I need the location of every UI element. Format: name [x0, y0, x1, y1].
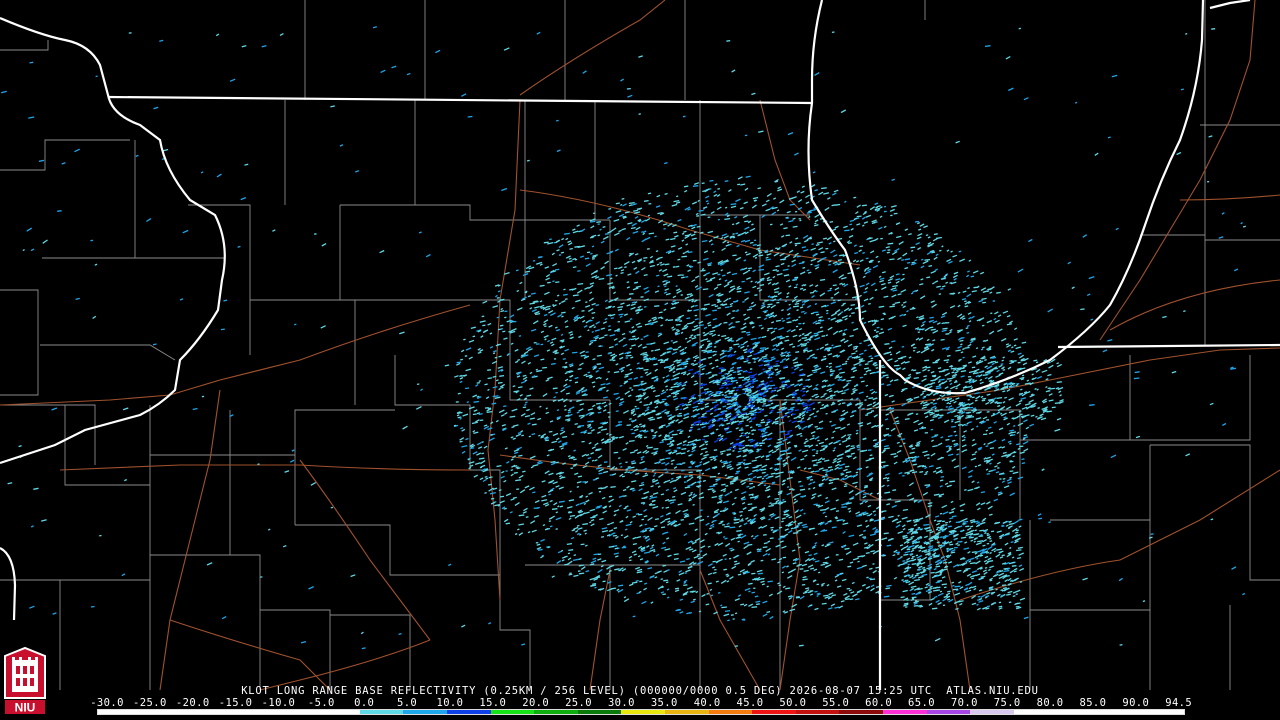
scale-segment — [446, 710, 491, 714]
scale-label: 5.0 — [396, 697, 418, 709]
scale-segment — [621, 710, 665, 714]
scale-segment — [664, 710, 709, 714]
scale-label: 0.0 — [354, 697, 375, 709]
scale-segment — [1013, 710, 1184, 714]
radar-map — [0, 0, 1280, 720]
scale-label: 90.0 — [1122, 697, 1150, 709]
color-scale-bar — [97, 709, 1185, 715]
scale-label: -5.0 — [307, 697, 335, 709]
scale-segment — [752, 710, 796, 714]
scale-label: -20.0 — [175, 697, 210, 709]
scale-label: 60.0 — [865, 697, 893, 709]
radar-site-marker — [737, 394, 749, 406]
scale-label: 80.0 — [1036, 697, 1064, 709]
scale-segment — [970, 710, 1014, 714]
scale-label: -25.0 — [133, 697, 167, 709]
scale-segment — [708, 710, 753, 714]
scale-label: 85.0 — [1079, 697, 1107, 709]
product-caption: KLOT LONG RANGE BASE REFLECTIVITY (0.25K… — [241, 685, 1039, 697]
scale-segment — [883, 710, 927, 714]
scale-label: 75.0 — [993, 697, 1021, 709]
scale-segment — [839, 710, 883, 714]
scale-segment — [577, 710, 622, 714]
scale-label: -30.0 — [90, 697, 124, 709]
scale-label: 15.0 — [479, 697, 507, 709]
scale-segment — [359, 710, 404, 714]
scale-label: 55.0 — [822, 697, 850, 709]
scale-segment — [795, 710, 840, 714]
scale-label: 10.0 — [436, 697, 464, 709]
scale-label: 40.0 — [693, 697, 721, 709]
scale-label: -10.0 — [261, 697, 296, 709]
niu-logo-text: NIU — [15, 701, 36, 715]
scale-label: 45.0 — [736, 697, 764, 709]
scale-segment — [98, 710, 360, 714]
scale-label: 94.5 — [1165, 697, 1193, 709]
scale-label: 65.0 — [908, 697, 935, 709]
scale-segment — [926, 710, 971, 714]
scale-label: 25.0 — [565, 697, 592, 709]
scale-label: 70.0 — [950, 697, 978, 709]
color-scale-labels: -30.0 -25.0 -20.0 -15.0 -10.0 -5.0 0.0 5.0 10.0 1… — [90, 697, 1195, 709]
scale-label: 50.0 — [779, 697, 807, 709]
scale-label: 20.0 — [522, 697, 550, 709]
scale-segment — [490, 710, 535, 714]
scale-segment — [403, 710, 447, 714]
scale-label: 30.0 — [607, 697, 635, 709]
scale-label: 35.0 — [650, 697, 678, 709]
scale-label: -15.0 — [218, 697, 253, 709]
scale-segment — [534, 710, 578, 714]
niu-seal-icon: NIU — [4, 646, 46, 715]
